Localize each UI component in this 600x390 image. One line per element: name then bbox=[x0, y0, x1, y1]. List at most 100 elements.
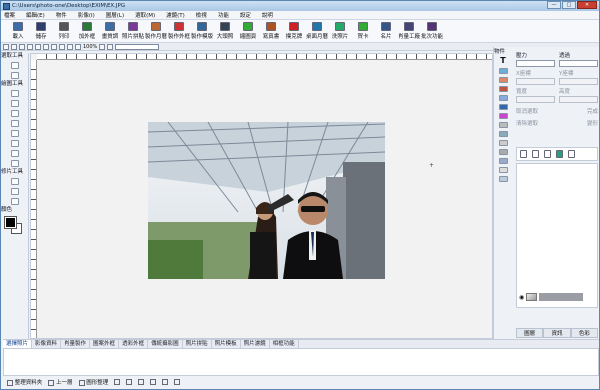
object-tool-icon[interactable] bbox=[498, 113, 508, 119]
tab-select-photo[interactable]: 選擇照片 bbox=[3, 340, 33, 348]
smudge-icon[interactable] bbox=[10, 198, 19, 205]
minimize-button[interactable]: — bbox=[547, 1, 561, 9]
menu-select[interactable]: 選取(M) bbox=[135, 11, 155, 19]
object-tool-icon[interactable] bbox=[498, 122, 508, 128]
pressure-field[interactable] bbox=[516, 60, 555, 67]
option-button[interactable] bbox=[3, 43, 9, 50]
toolbar-button[interactable]: 加外框 bbox=[76, 20, 98, 40]
toolbar-button[interactable]: 製作月曆 bbox=[145, 20, 167, 40]
layer-color-icon[interactable] bbox=[556, 150, 563, 158]
object-tool-icon[interactable] bbox=[498, 77, 508, 83]
menu-layer[interactable]: 圖層(L) bbox=[106, 11, 124, 19]
menu-image[interactable]: 影像(I) bbox=[78, 11, 95, 19]
clone-icon[interactable] bbox=[10, 188, 19, 195]
option-button[interactable] bbox=[75, 43, 81, 50]
color-swatches[interactable] bbox=[4, 216, 25, 235]
spread-field[interactable] bbox=[559, 60, 598, 67]
option-button[interactable] bbox=[35, 43, 41, 50]
select-rect-icon[interactable] bbox=[10, 62, 19, 69]
menu-object[interactable]: 物件 bbox=[56, 11, 67, 19]
foreground-color[interactable] bbox=[4, 216, 17, 229]
toolbar-button[interactable]: 洗照片 bbox=[329, 20, 351, 40]
tab-traditional[interactable]: 傳統攝影圖 bbox=[148, 340, 183, 348]
toolbar-button[interactable]: 照片拼貼 bbox=[122, 20, 144, 40]
toolbar-button[interactable]: 賀卡 bbox=[352, 20, 374, 40]
object-tool-icon[interactable] bbox=[498, 86, 508, 92]
tab-info[interactable]: 資訊 bbox=[543, 328, 571, 338]
text-tool-icon[interactable]: T bbox=[500, 57, 505, 65]
tab-layers[interactable]: 圖層 bbox=[516, 328, 544, 338]
line-icon[interactable] bbox=[10, 150, 19, 157]
toolbar-button[interactable]: 載入 bbox=[7, 20, 29, 40]
object-tool-icon[interactable] bbox=[498, 140, 508, 146]
tab-template[interactable]: 照片模板 bbox=[212, 340, 241, 348]
toolbar-button[interactable]: 批次功能 bbox=[421, 20, 443, 40]
tab-collage[interactable]: 照片拼貼 bbox=[183, 340, 212, 348]
tab-color[interactable]: 色彩 bbox=[570, 328, 598, 338]
object-tool-icon[interactable] bbox=[498, 104, 508, 110]
option-button[interactable] bbox=[59, 43, 65, 50]
red-eye-icon[interactable] bbox=[10, 178, 19, 185]
menu-settings[interactable]: 設定 bbox=[240, 11, 251, 19]
tab-batch-make[interactable]: 肖量製作 bbox=[61, 340, 91, 348]
nav-icon[interactable] bbox=[174, 379, 181, 385]
toolbar-button[interactable]: 儲存 bbox=[30, 20, 52, 40]
fill-icon[interactable] bbox=[10, 120, 19, 127]
new-layer-icon[interactable] bbox=[520, 150, 527, 158]
toolbar-button[interactable]: 撲克牌 bbox=[283, 20, 305, 40]
option-button[interactable] bbox=[99, 43, 106, 50]
text-icon[interactable] bbox=[10, 160, 19, 167]
tab-frame-function[interactable]: 相框功能 bbox=[270, 340, 299, 348]
option-button[interactable] bbox=[27, 43, 33, 50]
y-coord-field[interactable] bbox=[559, 78, 598, 85]
object-tool-icon[interactable] bbox=[498, 167, 508, 173]
menu-view[interactable]: 檢視 bbox=[196, 11, 207, 19]
tab-pattern-frame[interactable]: 圖案外框 bbox=[90, 340, 120, 348]
menu-file[interactable]: 檔案 bbox=[4, 11, 15, 19]
option-button[interactable] bbox=[43, 43, 49, 50]
option-button[interactable] bbox=[11, 43, 17, 50]
toolbar-button[interactable]: 列印 bbox=[53, 20, 75, 40]
tab-transparent-frame[interactable]: 透彩外框 bbox=[119, 340, 149, 348]
eraser-icon[interactable] bbox=[10, 130, 19, 137]
eye-icon[interactable]: ◉ bbox=[519, 294, 524, 301]
close-button[interactable]: ✕ bbox=[577, 1, 597, 9]
toolbar-button[interactable]: 寫真書 bbox=[260, 20, 282, 40]
tab-image-data[interactable]: 影像資料 bbox=[32, 340, 62, 348]
delete-layer-icon[interactable] bbox=[532, 150, 539, 158]
toolbar-button[interactable]: 大頭照 bbox=[214, 20, 236, 40]
object-tool-icon[interactable] bbox=[498, 149, 508, 155]
option-button[interactable] bbox=[19, 43, 25, 50]
option-button[interactable] bbox=[67, 43, 73, 50]
layers-list[interactable]: ◉ bbox=[516, 163, 598, 308]
object-tool-icon[interactable] bbox=[498, 95, 508, 101]
nav-icon[interactable] bbox=[150, 379, 157, 385]
cancel-select-button[interactable]: 取消選取 bbox=[516, 107, 538, 115]
menu-help[interactable]: 說明 bbox=[262, 11, 273, 19]
object-tool-icon[interactable] bbox=[498, 68, 508, 74]
pen-icon[interactable] bbox=[10, 110, 19, 117]
finish-button[interactable]: 完成 bbox=[587, 107, 598, 115]
up-level-button[interactable]: 上一層 bbox=[48, 378, 73, 386]
select-lasso-icon[interactable] bbox=[10, 72, 19, 79]
toolbar-button[interactable]: 肖量工廠 bbox=[398, 20, 420, 40]
merge-layer-icon[interactable] bbox=[568, 150, 575, 158]
menu-function[interactable]: 功能 bbox=[218, 11, 229, 19]
toolbar-button[interactable]: 名片 bbox=[375, 20, 397, 40]
clear-select-button[interactable]: 清除選取 bbox=[516, 119, 538, 127]
option-select[interactable] bbox=[115, 43, 160, 50]
toolbar-button[interactable]: 縮圖頁 bbox=[237, 20, 259, 40]
organize-images-button[interactable]: 圖形整理 bbox=[78, 378, 108, 386]
pencil-icon[interactable] bbox=[10, 100, 19, 107]
option-button[interactable] bbox=[51, 43, 57, 50]
layer-row[interactable]: ◉ bbox=[519, 293, 584, 301]
canvas-area[interactable]: + bbox=[30, 53, 493, 339]
toolbar-button[interactable]: 製作模版 bbox=[191, 20, 213, 40]
tab-filter[interactable]: 照片濾鏡 bbox=[241, 340, 270, 348]
object-tool-icon[interactable] bbox=[498, 158, 508, 164]
object-tool-icon[interactable] bbox=[498, 131, 508, 137]
shape-icon[interactable] bbox=[10, 140, 19, 147]
copy-layer-icon[interactable] bbox=[544, 150, 551, 158]
nav-icon[interactable] bbox=[126, 379, 133, 385]
width-field[interactable] bbox=[516, 96, 555, 103]
